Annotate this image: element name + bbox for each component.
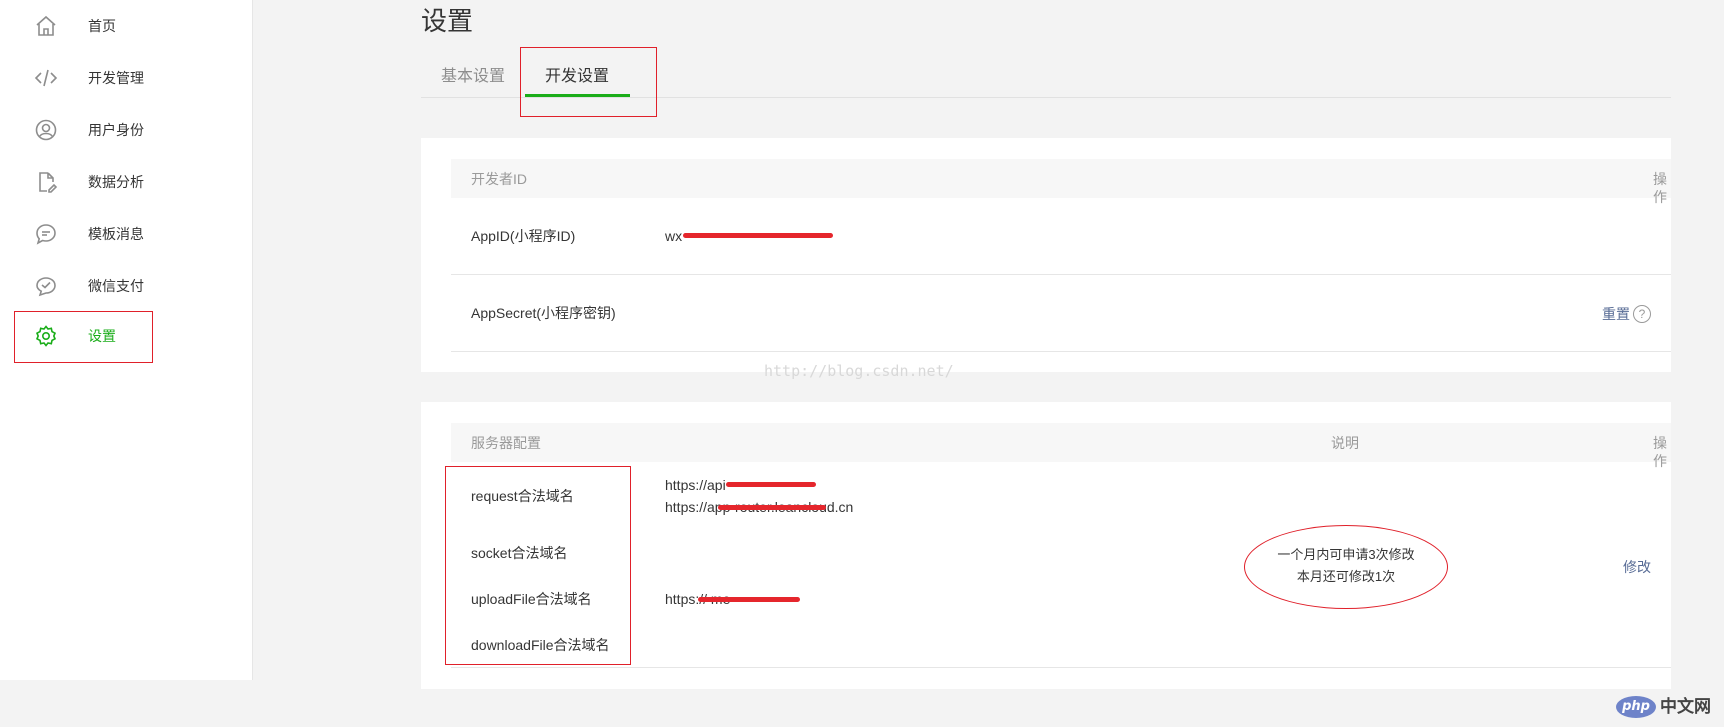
modify-remaining-note: 本月还可修改1次: [1296, 569, 1396, 584]
redaction-mark: [726, 482, 816, 487]
redaction-mark: [698, 597, 800, 602]
redaction-mark: [683, 233, 833, 238]
tab-basic-settings[interactable]: 基本设置: [441, 66, 505, 88]
sidebar-item-home[interactable]: 首页: [0, 0, 252, 52]
sidebar-item-user-identity[interactable]: 用户身份: [0, 104, 252, 156]
appid-label: AppID(小程序ID): [471, 228, 576, 244]
sidebar-item-label: 开发管理: [88, 70, 144, 86]
logo-php-badge: php: [1616, 696, 1656, 718]
table-header: 服务器配置 说明 操作: [451, 423, 1671, 469]
file-edit-icon: [34, 170, 58, 194]
downloadfile-domain-label: downloadFile合法域名: [471, 637, 610, 653]
page-title: 设置: [421, 6, 474, 36]
sidebar-item-data-analysis[interactable]: 数据分析: [0, 156, 252, 208]
tab-bar: 基本设置 开发设置: [421, 56, 1671, 98]
request-domain-value: https://api: [665, 477, 726, 493]
chat-icon: [34, 222, 58, 246]
header-description: 说明: [1331, 435, 1359, 451]
server-config-card: 服务器配置 说明 操作 request合法域名 https://api http…: [421, 402, 1671, 689]
header-developer-id: 开发者ID: [471, 171, 527, 187]
modify-link[interactable]: 修改: [1623, 557, 1651, 577]
site-logo: php 中文网: [1616, 692, 1720, 722]
sidebar-item-label: 设置: [88, 328, 116, 344]
developer-id-card: 开发者ID 操作 AppID(小程序ID) wx AppSecret(小程序密钥…: [421, 138, 1671, 372]
appsecret-label: AppSecret(小程序密钥): [471, 305, 616, 321]
redaction-mark: [718, 505, 826, 510]
sidebar-item-settings[interactable]: 设置: [0, 310, 252, 362]
sidebar: 首页 开发管理 用户身份 数据分析 模板消息 微信支付 设置: [0, 0, 253, 680]
divider: [451, 667, 1671, 668]
logo-text: 中文网: [1660, 697, 1711, 716]
user-icon: [34, 118, 58, 142]
table-header: 开发者ID 操作: [451, 159, 1671, 205]
reset-link[interactable]: 重置: [1602, 304, 1630, 324]
watermark: http://blog.csdn.net/: [764, 362, 954, 380]
sidebar-item-label: 用户身份: [88, 122, 144, 138]
code-icon: [34, 66, 58, 90]
divider: [451, 351, 1671, 352]
request-domain-label: request合法域名: [471, 488, 574, 504]
sidebar-item-label: 模板消息: [88, 226, 144, 242]
question-icon[interactable]: ?: [1633, 305, 1651, 323]
tab-dev-settings[interactable]: 开发设置: [545, 66, 609, 88]
active-tab-indicator: [525, 94, 630, 97]
gear-icon: [34, 324, 58, 348]
socket-domain-label: socket合法域名: [471, 545, 568, 561]
home-icon: [34, 14, 58, 38]
header-server-config: 服务器配置: [471, 435, 541, 451]
sidebar-item-template-msg[interactable]: 模板消息: [0, 208, 252, 260]
modify-limit-note: 一个月内可申请3次修改: [1277, 547, 1415, 562]
appid-value: wx: [665, 228, 683, 244]
header-action: 操作: [1653, 435, 1667, 469]
uploadfile-domain-label: uploadFile合法域名: [471, 591, 592, 607]
sidebar-item-label: 首页: [88, 18, 116, 34]
header-action: 操作: [1653, 171, 1667, 205]
sidebar-item-label: 数据分析: [88, 174, 144, 190]
sidebar-item-dev-manage[interactable]: 开发管理: [0, 52, 252, 104]
sidebar-item-label: 微信支付: [88, 278, 144, 294]
divider: [451, 274, 1671, 275]
wechat-pay-icon: [34, 274, 58, 298]
sidebar-item-wechat-pay[interactable]: 微信支付: [0, 260, 252, 312]
